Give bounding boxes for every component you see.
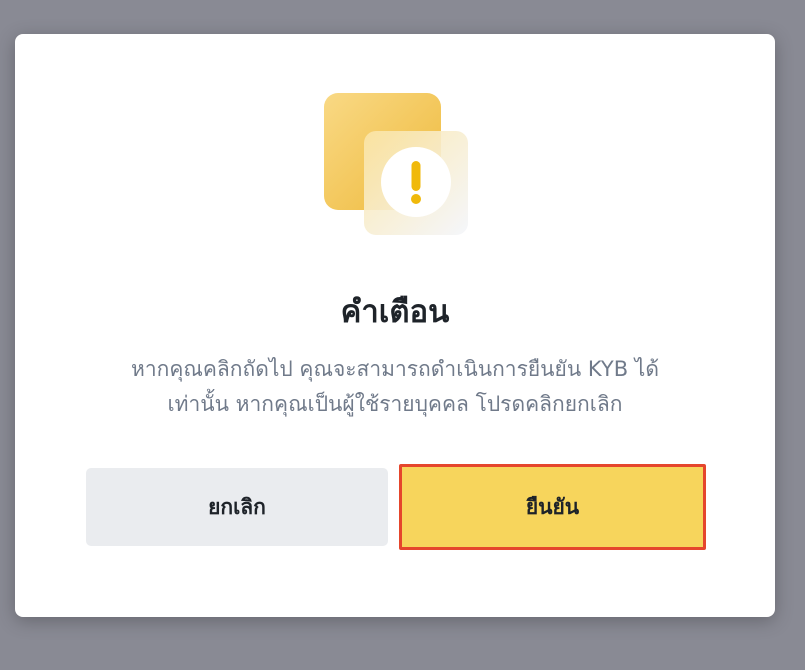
confirm-button-label: ยืนยัน	[525, 494, 580, 519]
dialog-message-line-1: หากคุณคลิกถัดไป คุณจะสามารถดำเนินการยืนย…	[130, 357, 659, 381]
warning-dialog: คำเตือน หากคุณคลิกถัดไป คุณจะสามารถดำเนิ…	[15, 34, 775, 617]
dialog-message: หากคุณคลิกถัดไป คุณจะสามารถดำเนินการยืนย…	[75, 352, 715, 422]
warning-exclamation-icon	[324, 93, 468, 235]
cancel-button[interactable]: ยกเลิก	[86, 468, 388, 546]
cancel-button-label: ยกเลิก	[208, 494, 266, 519]
confirm-button[interactable]: ยืนยัน	[399, 464, 706, 550]
dialog-message-line-2: เท่านั้น หากคุณเป็นผู้ใช้รายบุคคล โปรดคล…	[167, 392, 623, 416]
dialog-title: คำเตือน	[340, 294, 450, 330]
